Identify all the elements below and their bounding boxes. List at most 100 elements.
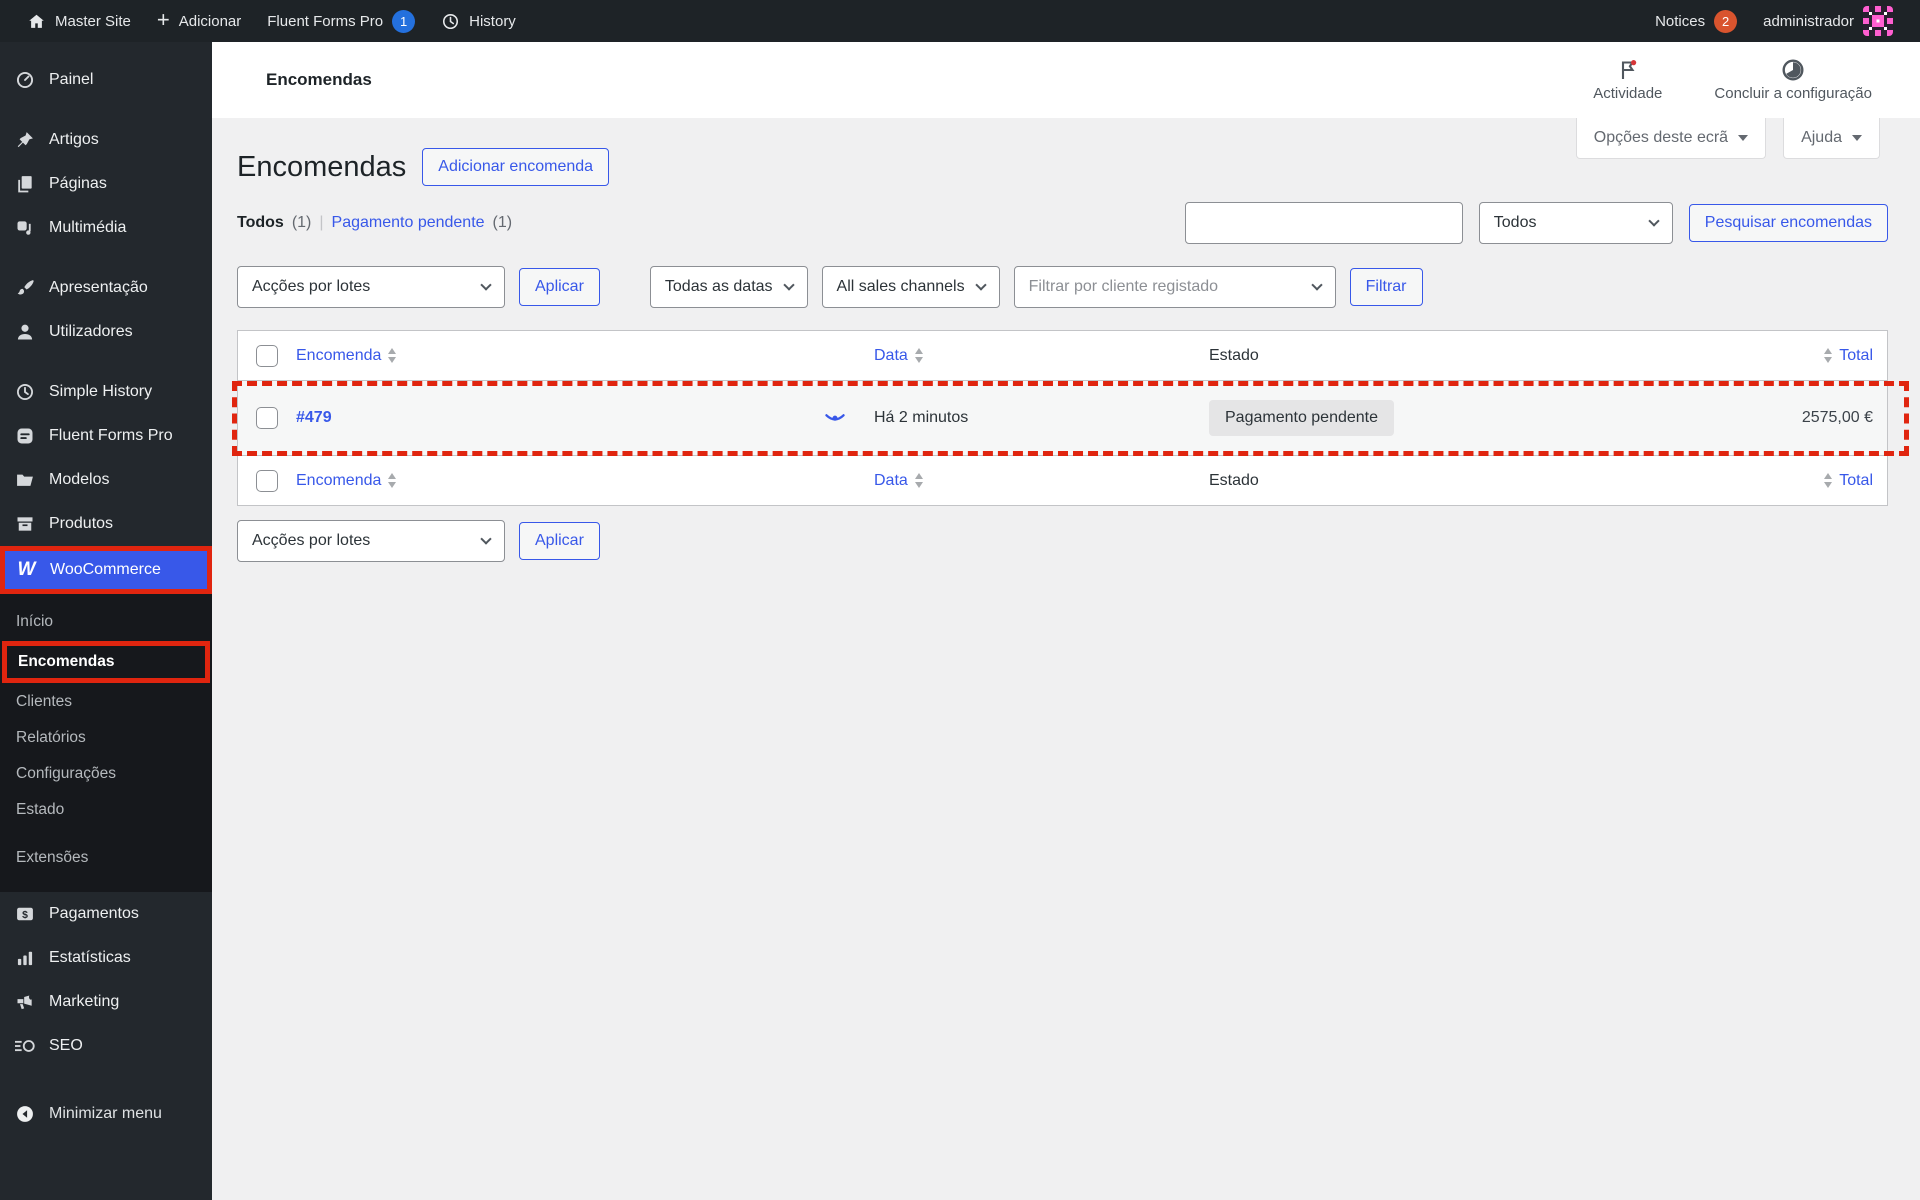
add-order-button[interactable]: Adicionar encomenda <box>422 148 610 186</box>
sort-arrows-icon <box>388 348 397 363</box>
submenu-estado[interactable]: Estado <box>0 792 212 828</box>
submenu-inicio[interactable]: Início <box>0 604 212 640</box>
bulk-actions-select[interactable]: Acções por lotes <box>237 266 505 308</box>
status-header-label: Estado <box>1209 346 1259 364</box>
screen-options-label: Opções deste ecrã <box>1593 129 1729 146</box>
chevron-down-icon <box>974 279 987 291</box>
new-label: Adicionar <box>178 12 242 30</box>
sidebar-item-painel[interactable]: Painel <box>0 58 212 102</box>
select-all-checkbox[interactable] <box>256 344 278 367</box>
total-header-label: Total <box>1839 346 1873 364</box>
sort-date-footer[interactable]: Data <box>874 472 930 490</box>
sidebar-item-multimedia[interactable]: Multimédia <box>0 206 212 250</box>
status-views: Todos (1) | Pagamento pendente (1) <box>237 214 512 232</box>
search-orders-button[interactable]: Pesquisar encomendas <box>1688 204 1888 242</box>
home-icon <box>29 14 44 28</box>
orders-table: Encomenda Data Estado Total #479 Há 2 mi… <box>232 330 1909 506</box>
views-and-search-row: Todos (1) | Pagamento pendente (1) Todos… <box>237 202 1888 244</box>
sort-arrows-icon <box>1824 348 1833 363</box>
adminbar-site[interactable]: Master Site <box>14 0 144 42</box>
payments-icon: $ <box>14 903 36 925</box>
help-tab[interactable]: Ajuda <box>1783 118 1880 159</box>
customer-filter-select[interactable]: Filtrar por cliente registado <box>1013 266 1336 308</box>
view-all-link[interactable]: Todos <box>237 214 284 232</box>
adminbar-fluent-forms[interactable]: Fluent Forms Pro 1 <box>254 0 428 42</box>
history-label: History <box>469 12 516 30</box>
collapse-arrow-icon <box>14 1103 36 1125</box>
sort-date-header[interactable]: Data <box>874 347 930 365</box>
sidebar-item-woocommerce[interactable]: W WooCommerce <box>5 551 207 589</box>
sort-total-footer[interactable]: Total <box>1817 472 1873 490</box>
date-header-label: Data <box>874 346 908 364</box>
sidebar-item-artigos[interactable]: Artigos <box>0 118 212 162</box>
sidebar-item-paginas[interactable]: Páginas <box>0 162 212 206</box>
preview-eye-icon[interactable] <box>824 409 846 427</box>
submenu-encomendas[interactable]: Encomendas <box>7 646 205 678</box>
order-date: Há 2 minutos <box>874 409 969 426</box>
adminbar-new[interactable]: + Adicionar <box>144 0 254 42</box>
pushpin-icon <box>14 129 36 151</box>
order-header-label: Encomenda <box>296 346 382 364</box>
views-separator: | <box>319 214 324 231</box>
sidebar-item-label: Marketing <box>49 993 120 1010</box>
orders-page: Opções deste ecrã Ajuda Encomendas Adici… <box>212 118 1920 562</box>
sort-order-header[interactable]: Encomenda <box>296 347 403 365</box>
table-footer-row: Encomenda Data Estado Total <box>238 455 1887 505</box>
site-name: Master Site <box>55 12 131 30</box>
date-footer-label: Data <box>874 471 908 489</box>
adminbar-account[interactable]: administrador <box>1750 0 1906 42</box>
filter-button[interactable]: Filtrar <box>1349 268 1423 306</box>
admin-top-bar: Master Site + Adicionar Fluent Forms Pro… <box>0 0 1920 42</box>
adminbar-history[interactable]: History <box>428 0 529 42</box>
sidebar-item-label: Multimédia <box>49 219 127 236</box>
sales-channel-value: All sales channels <box>836 278 965 295</box>
header-title: Encomendas <box>266 70 372 89</box>
search-orders-input[interactable] <box>1184 202 1463 244</box>
sidebar-item-apresentacao[interactable]: Apresentação <box>0 266 212 310</box>
form-icon <box>14 425 36 447</box>
sidebar-item-fluent-forms[interactable]: Fluent Forms Pro <box>0 414 212 458</box>
sort-order-footer[interactable]: Encomenda <box>296 472 403 490</box>
sort-total-header[interactable]: Total <box>1817 347 1873 365</box>
sidebar-item-marketing[interactable]: Marketing <box>0 980 212 1024</box>
submenu-extensoes[interactable]: Extensões <box>0 840 212 876</box>
admin-sidebar: Painel Artigos Páginas Multimédia Aprese… <box>0 42 212 1200</box>
screen-options-tab[interactable]: Opções deste ecrã <box>1575 118 1767 159</box>
order-row-479: #479 Há 2 minutos Pagamento pendente 257… <box>238 381 1887 455</box>
sidebar-item-produtos[interactable]: Produtos <box>0 502 212 546</box>
sidebar-item-seo[interactable]: SEO <box>0 1024 212 1068</box>
chevron-down-icon <box>1852 135 1862 141</box>
sidebar-item-label: Utilizadores <box>49 323 133 340</box>
seo-icon <box>14 1035 36 1057</box>
flag-icon <box>1621 60 1636 79</box>
folder-icon <box>14 469 36 491</box>
sidebar-item-label: Modelos <box>49 471 110 488</box>
notices-badge: 2 <box>1714 9 1738 33</box>
chevron-down-icon <box>1310 279 1323 291</box>
order-number-link[interactable]: #479 <box>296 409 332 427</box>
row-checkbox[interactable] <box>256 407 278 429</box>
sidebar-item-pagamentos[interactable]: $ Pagamentos <box>0 892 212 936</box>
submenu-relatorios[interactable]: Relatórios <box>0 720 212 756</box>
bulk-actions-select-bottom[interactable]: Acções por lotes <box>237 520 505 562</box>
select-all-checkbox-footer[interactable] <box>256 469 278 492</box>
adminbar-notices[interactable]: Notices 2 <box>1642 0 1750 42</box>
sort-arrows-icon <box>914 348 923 363</box>
submenu-configuracoes[interactable]: Configurações <box>0 756 212 792</box>
activity-button[interactable]: Actividade <box>1593 58 1662 102</box>
apply-button[interactable]: Aplicar <box>519 268 600 306</box>
clock-icon <box>14 381 36 403</box>
apply-button-bottom[interactable]: Aplicar <box>519 522 600 560</box>
sidebar-item-estatisticas[interactable]: Estatísticas <box>0 936 212 980</box>
collapse-menu-button[interactable]: Minimizar menu <box>0 1092 212 1136</box>
setup-progress-button[interactable]: Concluir a configuração <box>1714 58 1872 102</box>
sales-channel-select[interactable]: All sales channels <box>821 266 1000 308</box>
sidebar-item-modelos[interactable]: Modelos <box>0 458 212 502</box>
submenu-clientes[interactable]: Clientes <box>0 684 212 720</box>
status-footer-label: Estado <box>1209 471 1259 489</box>
sidebar-item-simple-history[interactable]: Simple History <box>0 370 212 414</box>
search-scope-select[interactable]: Todos <box>1478 202 1673 244</box>
dates-filter-select[interactable]: Todas as datas <box>649 266 808 308</box>
sidebar-item-utilizadores[interactable]: Utilizadores <box>0 310 212 354</box>
view-pending-link[interactable]: Pagamento pendente <box>332 214 485 232</box>
